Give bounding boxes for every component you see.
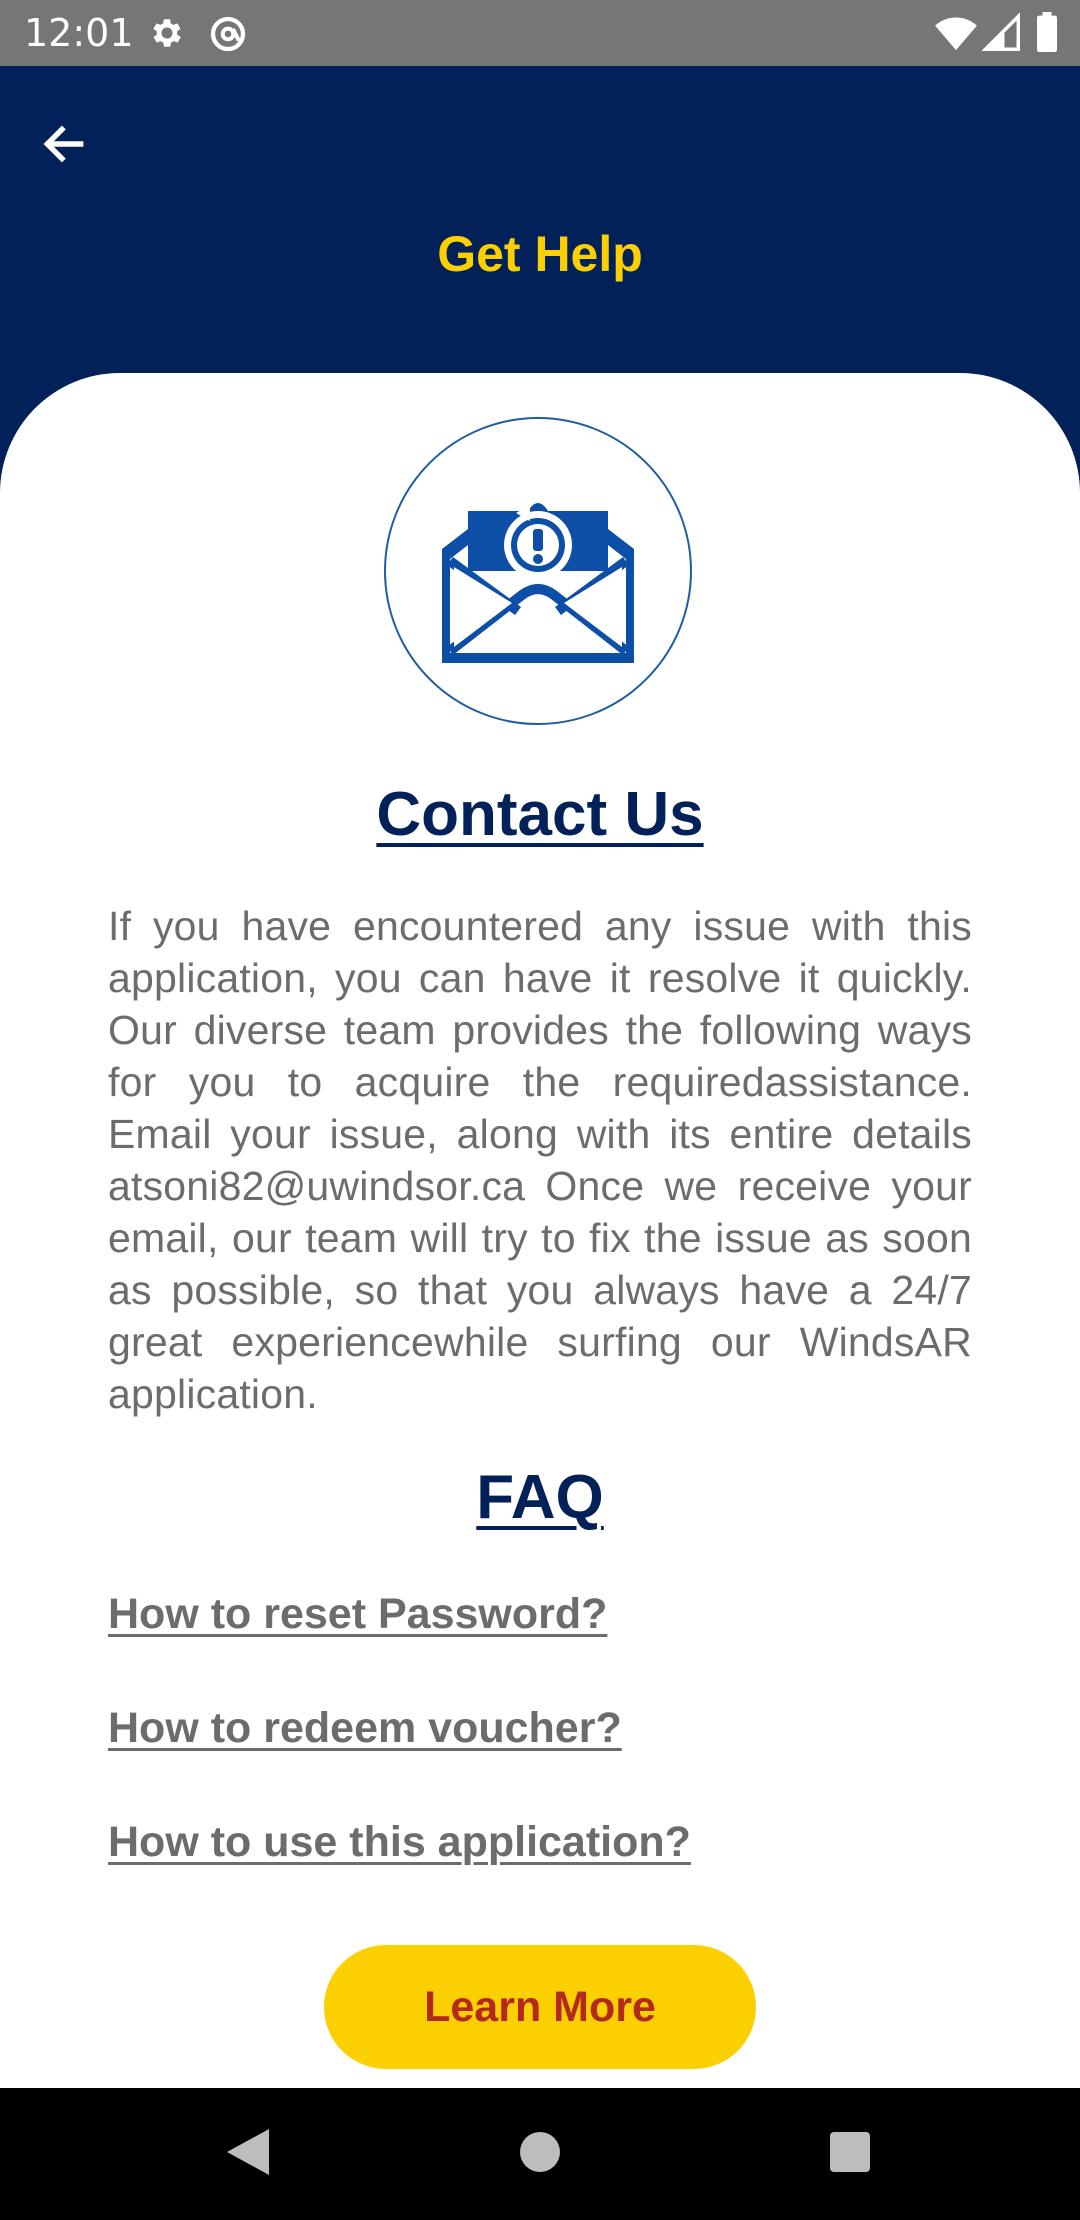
wifi-icon: [934, 12, 978, 57]
nav-home-button[interactable]: [504, 2118, 576, 2190]
faq-link-reset-password[interactable]: How to reset Password?: [108, 1587, 607, 1641]
battery-icon: [1036, 12, 1058, 57]
back-button[interactable]: [28, 110, 100, 182]
nav-back-icon: [225, 2127, 271, 2182]
email-alert-icon: [440, 471, 636, 672]
nav-back-button[interactable]: [212, 2118, 284, 2190]
nav-recents-button[interactable]: [814, 2118, 886, 2190]
settings-gear-icon: [148, 14, 186, 57]
app-screen: 12:01 Get Help Contact Us If you have en…: [0, 0, 1080, 2220]
faq-heading: FAQ: [476, 1463, 604, 1532]
status-time: 12:01: [24, 11, 134, 55]
at-sign-icon: [208, 14, 248, 59]
nav-home-icon: [518, 2130, 562, 2179]
status-bar: 12:01: [0, 0, 1080, 66]
cell-signal-icon: [981, 12, 1020, 57]
faq-link-redeem-voucher[interactable]: How to redeem voucher?: [108, 1701, 622, 1755]
learn-more-button[interactable]: Learn More: [324, 1945, 756, 2069]
nav-recents-icon: [829, 2131, 871, 2178]
contact-description: If you have encountered any issue with t…: [108, 903, 972, 1417]
page-title: Get Help: [437, 226, 643, 282]
arrow-left-icon: [39, 119, 89, 174]
contact-us-heading: Contact Us: [376, 780, 704, 849]
app-bar: Get Help: [0, 66, 1080, 376]
content-card: Contact Us If you have encountered any i…: [0, 373, 1080, 2088]
faq-link-use-application[interactable]: How to use this application?: [108, 1815, 691, 1869]
system-nav-bar: [0, 2088, 1080, 2220]
hero-icon-circle: [384, 417, 692, 725]
